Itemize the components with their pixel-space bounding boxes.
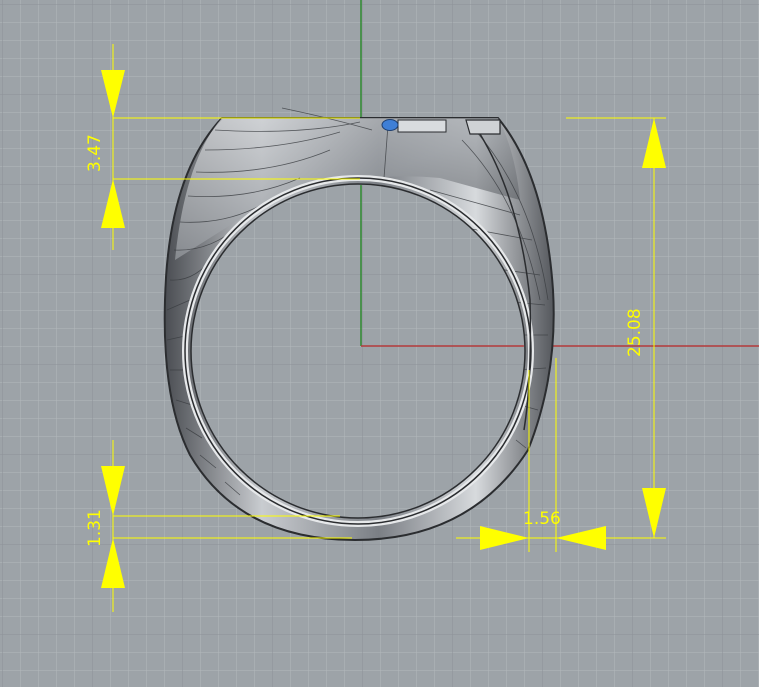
front-viewport[interactable]: 3.47 25.08 1.31 1.56 [0,0,759,687]
dimension-label-top-thickness: 3.47 [85,134,105,172]
dimension-label-bottom-thickness: 1.31 [85,509,105,547]
dimension-label-overall-height: 25.08 [625,308,645,357]
blue-gem-setting-icon [381,119,399,131]
dimension-label-side-thickness: 1.56 [523,509,561,529]
